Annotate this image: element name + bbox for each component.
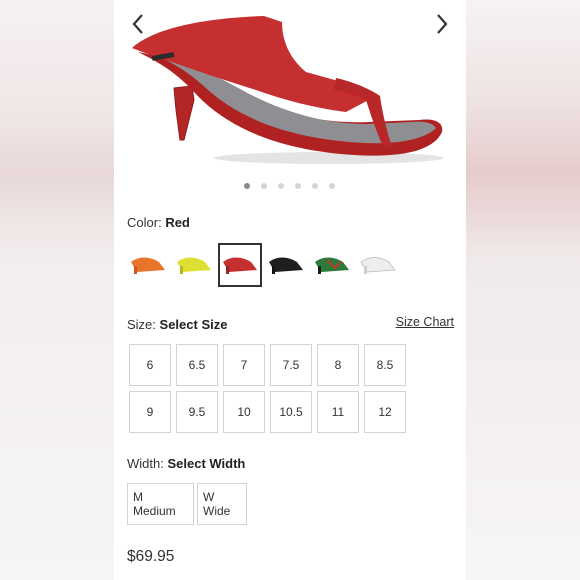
size-option[interactable]: 7 [223, 344, 265, 386]
color-label-row: Color: Red [127, 215, 190, 230]
chevron-right-icon[interactable] [432, 12, 452, 36]
gallery-dot[interactable] [244, 183, 250, 189]
width-options: M Medium W Wide [127, 483, 247, 525]
size-option[interactable]: 11 [317, 391, 359, 433]
size-chart-link[interactable]: Size Chart [396, 315, 454, 329]
width-option-wide[interactable]: W Wide [197, 483, 247, 525]
background-left [0, 0, 114, 580]
width-label-row: Width: Select Width [127, 456, 245, 471]
size-option[interactable]: 9 [129, 391, 171, 433]
swatch-orange[interactable] [126, 243, 170, 287]
size-option[interactable]: 7.5 [270, 344, 312, 386]
gallery-dot[interactable] [261, 183, 267, 189]
size-label-row: Size: Select Size [127, 317, 227, 332]
swatch-black[interactable] [264, 243, 308, 287]
background-right [466, 0, 580, 580]
width-value: Select Width [167, 456, 246, 471]
product-image [132, 16, 444, 164]
size-option[interactable]: 10.5 [270, 391, 312, 433]
size-value: Select Size [159, 317, 228, 332]
size-option[interactable]: 10 [223, 391, 265, 433]
product-panel: Color: Red Size: Select Size Size Chart … [114, 0, 466, 580]
gallery-dot[interactable] [329, 183, 335, 189]
swatch-multi[interactable] [310, 243, 354, 287]
gallery-dot[interactable] [312, 183, 318, 189]
gallery-dot[interactable] [295, 183, 301, 189]
product-price: $69.95 [127, 548, 175, 565]
color-swatches [126, 243, 400, 287]
product-image-gallery[interactable] [114, 0, 466, 180]
size-option[interactable]: 9.5 [176, 391, 218, 433]
swatch-red[interactable] [218, 243, 262, 287]
size-option[interactable]: 8.5 [364, 344, 406, 386]
size-option[interactable]: 8 [317, 344, 359, 386]
width-option-medium[interactable]: M Medium [127, 483, 194, 525]
size-option[interactable]: 6 [129, 344, 171, 386]
size-label: Size: [127, 317, 156, 332]
swatch-yellow[interactable] [172, 243, 216, 287]
gallery-dot[interactable] [278, 183, 284, 189]
swatch-white[interactable] [356, 243, 400, 287]
color-label: Color: [127, 215, 162, 230]
size-option[interactable]: 12 [364, 391, 406, 433]
width-label: Width: [127, 456, 164, 471]
chevron-left-icon[interactable] [128, 12, 148, 36]
gallery-pagination [244, 183, 335, 189]
color-value: Red [165, 215, 190, 230]
size-option[interactable]: 6.5 [176, 344, 218, 386]
size-options: 6 6.5 7 7.5 8 8.5 9 9.5 10 10.5 11 12 [129, 344, 406, 433]
